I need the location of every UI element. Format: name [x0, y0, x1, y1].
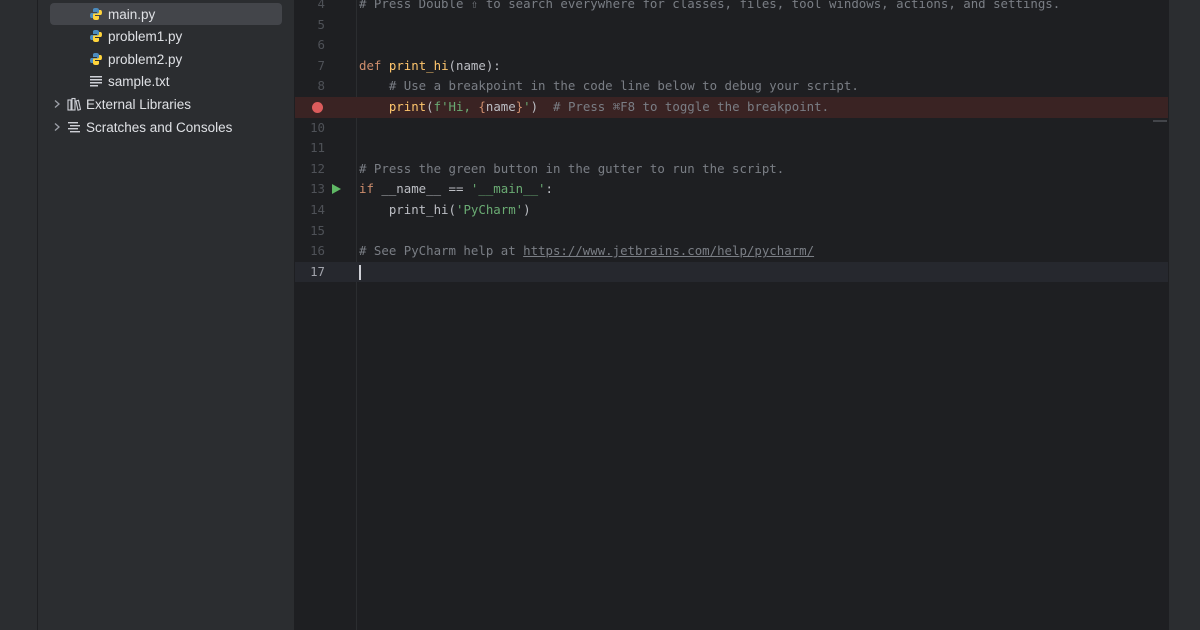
- chevron-right-icon[interactable]: [50, 99, 64, 109]
- code-text: # See PyCharm help at https://www.jetbra…: [359, 241, 814, 262]
- fstring-brace-open: {: [478, 99, 486, 114]
- code-text: print(f'Hi, {name}') # Press ⌘F8 to togg…: [388, 99, 830, 114]
- code-text: # Press Double ⇧ to search everywhere fo…: [359, 0, 1061, 11]
- text-file-icon: [88, 73, 104, 89]
- line-number: 6: [317, 37, 325, 53]
- help-link[interactable]: https://www.jetbrains.com/help/pycharm/: [523, 243, 814, 258]
- code-text: def print_hi(name):: [359, 56, 501, 77]
- line-number: 11: [310, 140, 325, 156]
- close-paren: ): [523, 202, 531, 217]
- tree-item-label: sample.txt: [108, 73, 170, 89]
- line-number: 8: [317, 78, 325, 94]
- comment-prefix: # See PyCharm help at: [359, 243, 524, 259]
- code-line-breakpoint[interactable]: print(f'Hi, {name}') # Press ⌘F8 to togg…: [295, 97, 1168, 118]
- fstring-var: name: [485, 99, 516, 114]
- line-number: 13: [310, 181, 325, 197]
- code-line[interactable]: 8 # Use a breakpoint in the code line be…: [295, 76, 1168, 97]
- code-line[interactable]: 16 # See PyCharm help at https://www.jet…: [295, 241, 1168, 262]
- string-literal: '__main__': [470, 181, 546, 197]
- scratches-icon: [66, 119, 82, 135]
- condition-text: __name__ ==: [373, 181, 471, 197]
- code-text: if __name__ == '__main__':: [359, 179, 553, 200]
- code-line[interactable]: 12 # Press the green button in the gutte…: [295, 159, 1168, 180]
- keyword-def: def: [359, 57, 382, 73]
- open-paren: (: [448, 202, 456, 217]
- line-number: 7: [317, 57, 325, 73]
- tree-item-label: External Libraries: [86, 96, 192, 112]
- keyword-if: if: [359, 181, 374, 197]
- breakpoint-icon[interactable]: [312, 102, 323, 113]
- code-text: # Use a breakpoint in the code line belo…: [359, 78, 859, 94]
- project-tool-window: main.py problem1.py problem2.py sample.t…: [38, 0, 295, 630]
- library-icon: [66, 96, 82, 112]
- tree-item-scratches-and-consoles[interactable]: Scratches and Consoles: [50, 116, 282, 138]
- right-tool-strip: [1168, 0, 1200, 630]
- code-line[interactable]: 10: [295, 118, 1168, 139]
- close-paren: ): [530, 99, 539, 114]
- code-line[interactable]: 14 print_hi('PyCharm'): [295, 200, 1168, 221]
- function-name: print_hi: [388, 57, 449, 73]
- line-number: 12: [310, 160, 325, 176]
- tree-item-problem1-py[interactable]: problem1.py: [50, 25, 282, 47]
- line-number: 14: [310, 202, 325, 217]
- line-number: 17: [310, 263, 325, 279]
- code-text: print_hi('PyCharm'): [359, 200, 531, 221]
- left-tool-strip: [0, 0, 38, 630]
- code-line[interactable]: 4 # Press Double ⇧ to search everywhere …: [295, 0, 1168, 15]
- tree-item-sample-txt[interactable]: sample.txt: [50, 70, 282, 92]
- python-file-icon: [88, 6, 104, 22]
- builtin-print: print: [388, 99, 427, 114]
- fstring-prefix: f'Hi,: [433, 99, 479, 114]
- tree-item-label: main.py: [108, 6, 156, 22]
- chevron-right-icon[interactable]: [50, 122, 64, 132]
- function-call: print_hi: [388, 202, 449, 217]
- string-literal: 'PyCharm': [456, 202, 524, 217]
- python-file-icon: [88, 28, 104, 44]
- tree-item-label: Scratches and Consoles: [86, 119, 233, 135]
- colon: :: [545, 181, 553, 197]
- run-gutter-icon[interactable]: [332, 184, 341, 195]
- text-caret: [359, 264, 361, 280]
- function-params: (name):: [448, 57, 501, 73]
- code-line[interactable]: 5: [295, 15, 1168, 36]
- fold-marker: [1153, 120, 1167, 122]
- code-line[interactable]: 13 if __name__ == '__main__':: [295, 179, 1168, 200]
- tree-item-problem2-py[interactable]: problem2.py: [50, 48, 282, 70]
- code-line-current[interactable]: 17: [295, 261, 1168, 283]
- line-number: 15: [310, 222, 325, 238]
- line-number: 4: [317, 0, 325, 11]
- line-number: 5: [317, 16, 325, 32]
- code-line[interactable]: 7 def print_hi(name):: [295, 56, 1168, 77]
- tree-item-label: problem2.py: [108, 51, 183, 67]
- tree-item-main-py[interactable]: main.py: [50, 3, 282, 25]
- code-line[interactable]: 11: [295, 138, 1168, 159]
- code-line[interactable]: 15: [295, 221, 1168, 242]
- code-line[interactable]: 6: [295, 35, 1168, 56]
- line-number: 16: [310, 243, 325, 259]
- tree-item-external-libraries[interactable]: External Libraries: [50, 93, 282, 115]
- fstring-suffix: ': [523, 99, 531, 114]
- inline-comment: # Press ⌘F8 to toggle the breakpoint.: [538, 99, 830, 114]
- code-text: # Press the green button in the gutter t…: [359, 160, 785, 176]
- line-number: 10: [310, 119, 325, 135]
- python-file-icon: [88, 51, 104, 67]
- tree-item-label: problem1.py: [108, 28, 183, 44]
